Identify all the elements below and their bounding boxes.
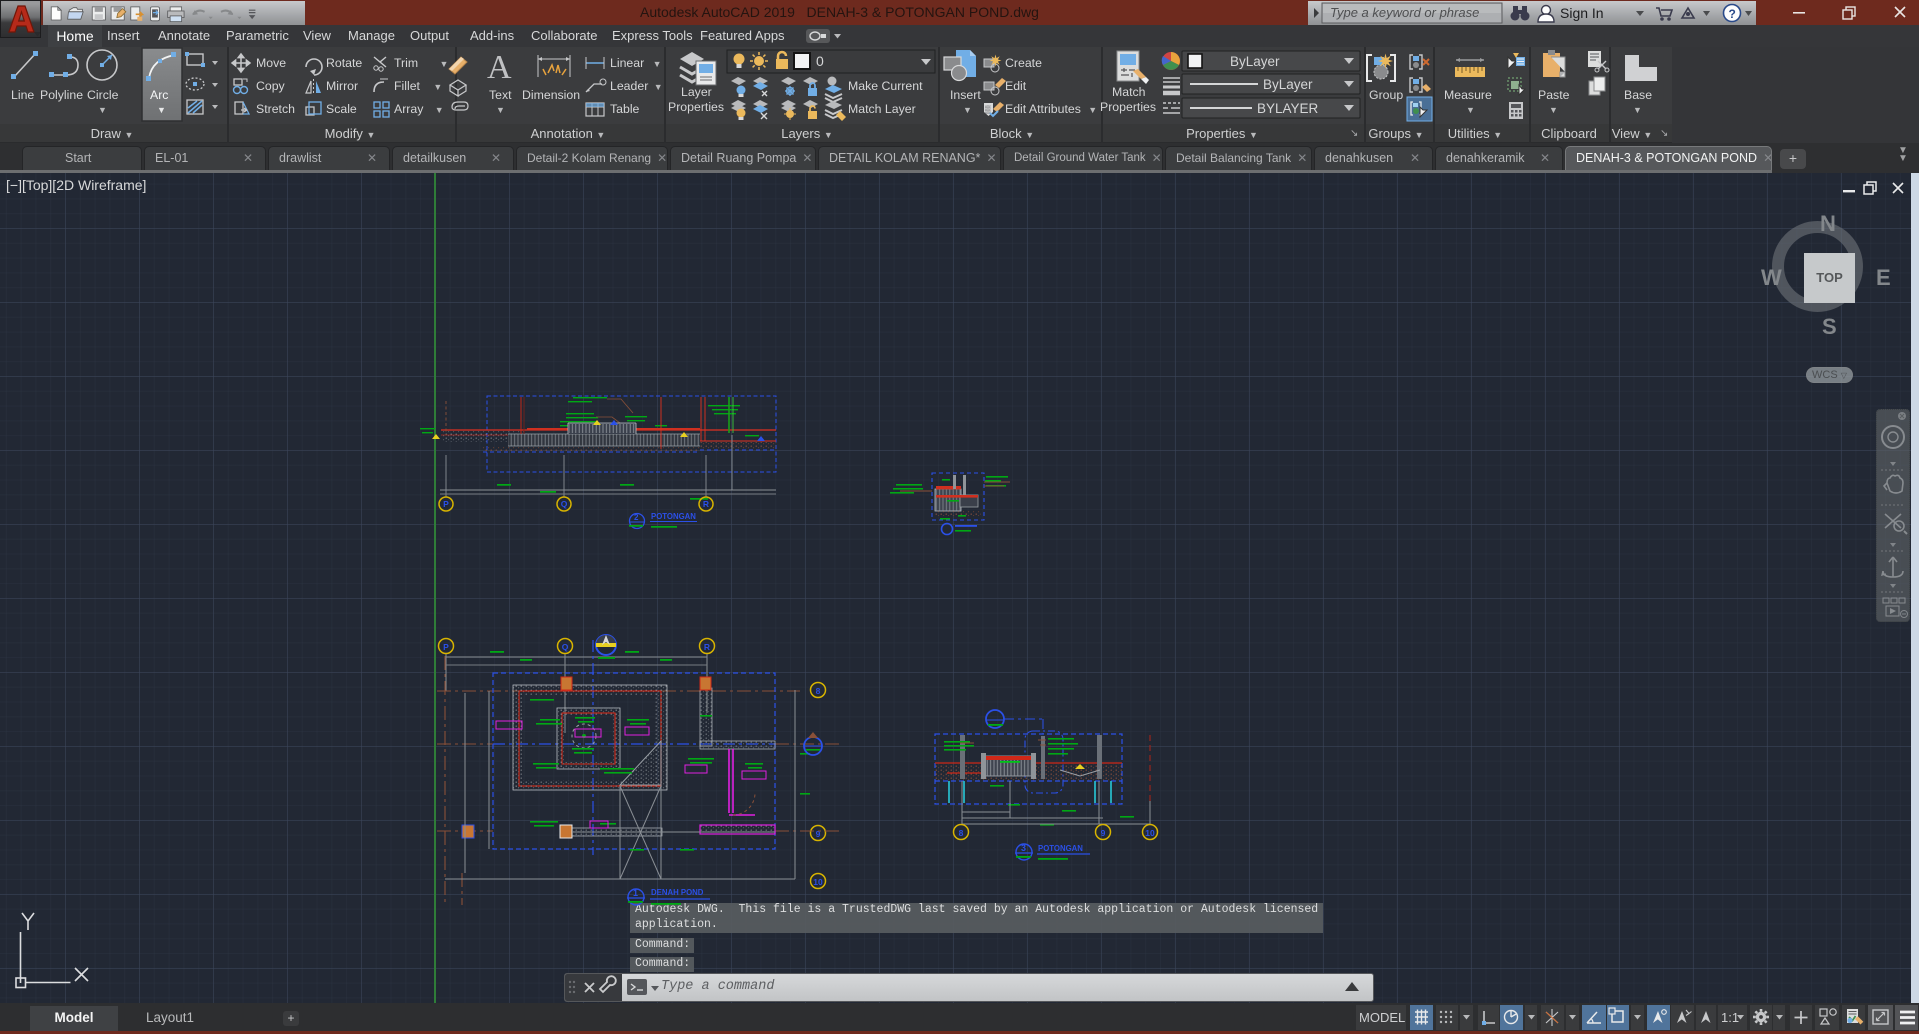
svg-text:10: 10 — [813, 877, 823, 887]
svg-text:ByLayer: ByLayer — [1263, 77, 1313, 92]
svg-text:DENAH POND: DENAH POND — [651, 888, 704, 897]
svg-text:▒: ▒ — [985, 105, 991, 114]
svg-text:P: P — [443, 499, 449, 509]
svg-text:Q: Q — [562, 642, 569, 652]
svg-text:P: P — [443, 642, 449, 652]
svg-text:Q: Q — [561, 499, 568, 509]
svg-text:8: 8 — [959, 828, 964, 838]
svg-text:10: 10 — [1145, 828, 1155, 838]
svg-text:BYLAYER: BYLAYER — [1257, 101, 1319, 116]
svg-text:3: 3 — [1021, 843, 1026, 853]
svg-text:0: 0 — [816, 53, 824, 69]
svg-text:R: R — [703, 499, 709, 509]
svg-text:1: 1 — [633, 888, 638, 898]
svg-text:Sign In: Sign In — [1560, 5, 1604, 21]
svg-text:POTONGAN: POTONGAN — [651, 512, 696, 521]
svg-text:Type a keyword or phrase: Type a keyword or phrase — [1330, 5, 1479, 20]
svg-text:?: ? — [1729, 7, 1736, 21]
svg-text:POTONGAN: POTONGAN — [1038, 844, 1083, 853]
svg-text:R: R — [704, 642, 710, 652]
svg-text:1:1: 1:1 — [1721, 1010, 1739, 1025]
svg-text:8: 8 — [816, 686, 821, 696]
svg-text:MODEL: MODEL — [1359, 1010, 1405, 1025]
svg-text:A: A — [487, 49, 512, 86]
svg-text:ByLayer: ByLayer — [1230, 54, 1280, 69]
svg-text:2: 2 — [634, 513, 639, 522]
svg-text:9: 9 — [1101, 828, 1106, 838]
